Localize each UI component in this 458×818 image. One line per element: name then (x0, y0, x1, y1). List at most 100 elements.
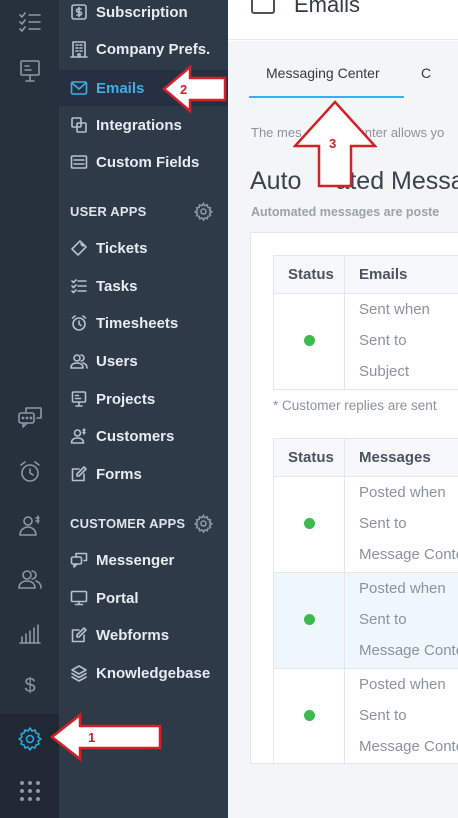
page-title: Emails (294, 0, 361, 17)
dollar-icon[interactable]: $ (10, 668, 50, 702)
tab-bar: Messaging Center C (228, 41, 458, 99)
status-active-dot (303, 614, 315, 625)
status-cell (273, 476, 345, 573)
active-tab-indicator (249, 96, 404, 98)
cell-line: Sent to (359, 707, 407, 724)
webforms-icon (69, 625, 89, 645)
sidebar-item-company-prefs[interactable]: Company Prefs. (59, 31, 228, 67)
sidebar-item-label: Integrations (96, 116, 182, 134)
sidebar-item-label: Company Prefs. (96, 40, 211, 58)
sidebar-item-label: Webforms (96, 626, 170, 644)
presentation-icon[interactable] (10, 54, 50, 88)
annotation-number-3: 3 (329, 136, 336, 151)
message-details-cell: Posted when Sent to Message Conte (344, 476, 458, 573)
custom-fields-icon (69, 152, 89, 172)
sidebar-item-label: Messenger (96, 551, 175, 569)
integrations-icon (69, 115, 89, 135)
sidebar-item-custom-fields[interactable]: Custom Fields (59, 144, 228, 180)
table-row[interactable]: Sent when Sent to Subject (273, 293, 458, 390)
sidebar-item-label: Forms (96, 465, 142, 483)
cell-line: Posted when (359, 580, 446, 597)
user-apps-heading: USER APPS (59, 197, 228, 225)
alarm-clock-icon[interactable] (10, 455, 50, 489)
chat-icon[interactable] (10, 400, 50, 434)
monitor-icon (69, 588, 89, 608)
table-row[interactable]: Posted when Sent to Message Conte (273, 572, 458, 669)
message-details-cell: Posted when Sent to Message Conte (344, 668, 458, 765)
bar-chart-icon[interactable] (10, 616, 50, 650)
status-cell (273, 293, 345, 390)
footnote: * Customer replies are sent (273, 398, 437, 413)
customers-icon (69, 426, 89, 446)
status-active-dot (303, 518, 315, 529)
page-header: Emails (228, 0, 458, 40)
sidebar-item-label: Custom Fields (96, 153, 200, 171)
emails-table: Status Emails Sent when Sent to Subject (273, 255, 458, 390)
gear-icon[interactable] (193, 514, 214, 534)
cell-line: Posted when (359, 484, 446, 501)
cell-line: Sent to (359, 332, 407, 349)
column-header-status: Status (273, 255, 345, 294)
user-dollar-icon[interactable] (10, 508, 50, 542)
sidebar-item-label: Tickets (96, 239, 148, 257)
users-icon (69, 351, 89, 371)
cell-line: Posted when (359, 676, 446, 693)
sidebar-item-tasks[interactable]: Tasks (59, 268, 228, 304)
messenger-icon (69, 550, 89, 570)
user-apps-heading-label: USER APPS (70, 203, 147, 219)
tab-second[interactable]: C (421, 65, 431, 81)
svg-text:$: $ (24, 675, 35, 697)
envelope-icon (251, 0, 275, 14)
ticket-icon (69, 238, 89, 258)
sidebar-item-tickets[interactable]: Tickets (59, 230, 228, 266)
sidebar-item-label: Knowledgebase (96, 664, 211, 682)
building-icon (69, 39, 89, 59)
table-row[interactable]: Posted when Sent to Message Conte (273, 476, 458, 573)
annotation-arrow-3: 3 (293, 100, 377, 188)
email-details-cell: Sent when Sent to Subject (344, 293, 458, 390)
cell-line: Message Conte (359, 642, 458, 659)
settings-sidebar: Subscription Company Prefs. Emails Integ… (59, 0, 228, 818)
messages-panel: Status Emails Sent when Sent to Subject … (250, 232, 458, 765)
tasks-icon[interactable] (10, 5, 50, 39)
sidebar-item-messenger[interactable]: Messenger (59, 542, 228, 578)
column-header-emails: Emails (344, 255, 458, 294)
column-header-status: Status (273, 438, 345, 477)
column-header-messages: Messages (344, 438, 458, 477)
envelope-icon (69, 78, 89, 98)
annotation-arrow-2: 2 (162, 65, 228, 113)
bottom-strip (228, 764, 458, 818)
sidebar-item-users[interactable]: Users (59, 343, 228, 379)
sidebar-item-forms[interactable]: Forms (59, 456, 228, 492)
messages-table: Status Messages Posted when Sent to Mess… (273, 438, 458, 765)
sidebar-item-customers[interactable]: Customers (59, 418, 228, 454)
table-row[interactable]: Posted when Sent to Message Conte (273, 668, 458, 765)
cell-line: Message Conte (359, 546, 458, 563)
sidebar-item-label: Timesheets (96, 314, 179, 332)
sidebar-item-label: Customers (96, 427, 175, 445)
tab-messaging-center[interactable]: Messaging Center (266, 65, 380, 81)
users-icon[interactable] (10, 562, 50, 596)
customer-apps-heading: CUSTOMER APPS (59, 509, 228, 537)
sidebar-item-timesheets[interactable]: Timesheets (59, 305, 228, 341)
apps-rail-item[interactable] (0, 764, 59, 818)
sidebar-item-webforms[interactable]: Webforms (59, 617, 228, 653)
settings-gear-icon[interactable] (10, 722, 50, 756)
sidebar-item-label: Tasks (96, 277, 138, 295)
sidebar-item-subscription[interactable]: Subscription (59, 0, 228, 30)
cell-line: Subject (359, 363, 410, 380)
customer-apps-heading-label: CUSTOMER APPS (70, 515, 186, 531)
dollar-icon (69, 2, 89, 22)
annotation-number-1: 1 (88, 730, 95, 745)
clock-icon (69, 313, 89, 333)
sidebar-item-label: Portal (96, 589, 139, 607)
status-active-dot (303, 710, 315, 721)
sidebar-item-projects[interactable]: Projects (59, 381, 228, 417)
annotation-arrow-1: 1 (50, 712, 164, 762)
gear-icon[interactable] (193, 202, 214, 222)
apps-grid-icon[interactable] (10, 774, 50, 808)
sidebar-item-knowledgebase[interactable]: Knowledgebase (59, 655, 228, 691)
cell-line: Sent when (359, 301, 430, 318)
sidebar-item-portal[interactable]: Portal (59, 580, 228, 616)
sidebar-item-label: Projects (96, 390, 156, 408)
